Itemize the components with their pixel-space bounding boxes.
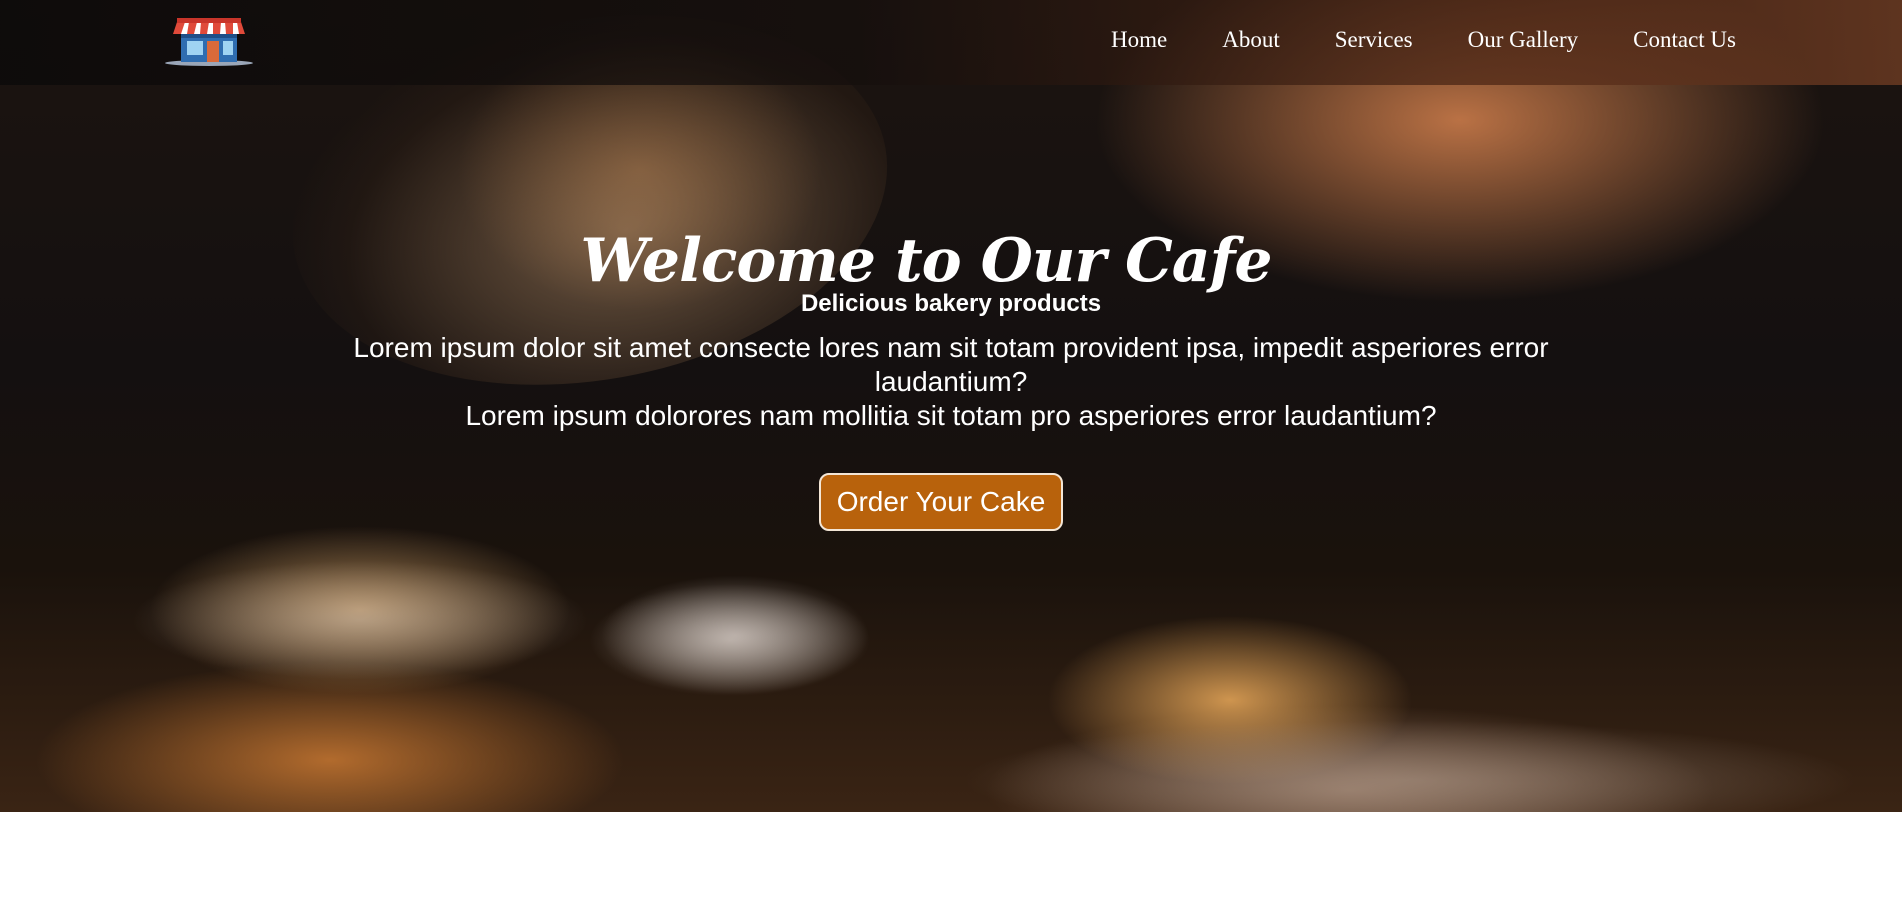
nav-contact-link[interactable]: Contact Us [1633,27,1736,53]
background-cup-image [600,575,870,695]
hero-content: Welcome to Our Cafe Delicious bakery pro… [0,225,1902,531]
hero-title: Welcome to Our Cafe [580,226,1272,296]
nav-services-link[interactable]: Services [1335,27,1413,53]
order-cake-button[interactable]: Order Your Cake [818,473,1064,531]
background-plate-image [130,560,590,680]
hero-description-line: Lorem ipsum dolor sit amet consecte lore… [353,332,1549,397]
background-dish-image [960,720,1860,812]
hero-description: Lorem ipsum dolor sit amet consecte lore… [301,331,1601,433]
nav-about-link[interactable]: About [1222,27,1280,53]
hero-description-line: Lorem ipsum dolorores nam mollitia sit t… [465,400,1437,431]
nav-gallery-link[interactable]: Our Gallery [1468,27,1579,53]
top-navbar: Home About Services Our Gallery Contact … [0,0,1902,85]
hero-subtitle: Delicious bakery products [800,290,1102,317]
hero-section: Home About Services Our Gallery Contact … [0,0,1902,812]
storefront-icon[interactable] [163,14,255,66]
nav-menu: Home About Services Our Gallery Contact … [1056,27,1736,53]
page-below-hero [0,812,1902,901]
nav-home-link[interactable]: Home [1111,27,1167,53]
